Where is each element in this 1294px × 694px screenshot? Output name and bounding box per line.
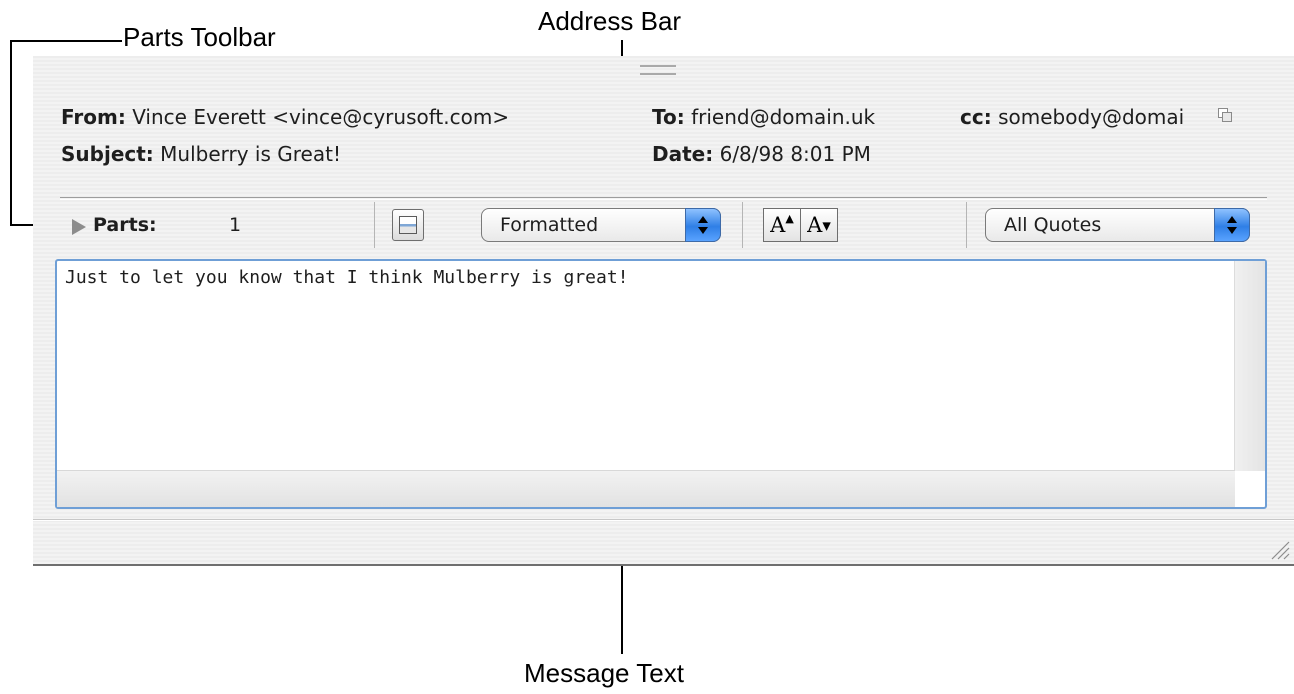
window-icon xyxy=(399,216,417,234)
to-field: To: friend@domain.uk xyxy=(652,105,875,129)
cc-value[interactable]: somebody@domai xyxy=(998,105,1184,129)
font-decrease-label: A xyxy=(807,213,823,237)
annotated-screenshot: Parts Toolbar Address Bar Message Text F… xyxy=(0,0,1294,694)
callout-parts-toolbar: Parts Toolbar xyxy=(123,22,276,52)
cc-label: cc: xyxy=(960,105,992,129)
from-value[interactable]: Vince Everett <vince@cyrusoft.com> xyxy=(132,105,509,129)
horizontal-scrollbar[interactable] xyxy=(57,470,1235,507)
quotes-value: All Quotes xyxy=(1004,214,1102,236)
callout-message-text: Message Text xyxy=(524,658,684,688)
font-increase-button[interactable]: A▲ xyxy=(763,208,801,242)
date-value: 6/8/98 8:01 PM xyxy=(719,142,871,166)
from-label: From: xyxy=(61,105,126,129)
message-window: From: Vince Everett <vince@cyrusoft.com>… xyxy=(33,56,1294,566)
to-value[interactable]: friend@domain.uk xyxy=(691,105,875,129)
disclosure-triangle-icon[interactable] xyxy=(72,219,86,235)
divider xyxy=(60,199,1267,200)
toolbar-separator xyxy=(374,202,375,248)
subject-label: Subject: xyxy=(61,142,154,166)
callout-line xyxy=(10,40,122,42)
vertical-scrollbar[interactable] xyxy=(1234,261,1265,471)
status-divider xyxy=(33,520,1294,521)
address-expand-icon[interactable] xyxy=(1218,108,1232,122)
divider xyxy=(60,197,1267,198)
subject-value[interactable]: Mulberry is Great! xyxy=(160,142,341,166)
toolbar-separator xyxy=(742,202,743,248)
splitter-grip[interactable] xyxy=(640,65,676,75)
font-increase-label: A xyxy=(770,213,786,237)
from-field: From: Vince Everett <vince@cyrusoft.com> xyxy=(61,105,509,129)
cc-field: cc: somebody@domai xyxy=(960,105,1184,129)
toolbar-separator xyxy=(966,202,967,248)
callout-line xyxy=(10,40,12,226)
caret-down-icon: ▼ xyxy=(822,219,831,233)
parts-label: Parts: xyxy=(93,214,157,236)
popup-arrows-icon xyxy=(685,208,721,242)
font-decrease-button[interactable]: A▼ xyxy=(800,208,838,242)
callout-address-bar: Address Bar xyxy=(538,6,682,36)
date-label: Date: xyxy=(652,142,714,166)
subject-field: Subject: Mulberry is Great! xyxy=(61,142,341,166)
view-format-value: Formatted xyxy=(500,214,599,236)
message-body[interactable]: Just to let you know that I think Mulber… xyxy=(65,267,629,288)
date-field: Date: 6/8/98 8:01 PM xyxy=(652,142,871,166)
to-label: To: xyxy=(652,105,685,129)
quotes-popup[interactable]: All Quotes xyxy=(985,208,1250,242)
window-button[interactable] xyxy=(392,209,424,241)
resize-grip-icon[interactable] xyxy=(1268,538,1290,560)
parts-count: 1 xyxy=(229,214,242,236)
caret-up-icon: ▲ xyxy=(785,212,794,225)
view-format-popup[interactable]: Formatted xyxy=(481,208,721,242)
message-text-area[interactable]: Just to let you know that I think Mulber… xyxy=(55,259,1267,509)
popup-arrows-icon xyxy=(1214,208,1250,242)
